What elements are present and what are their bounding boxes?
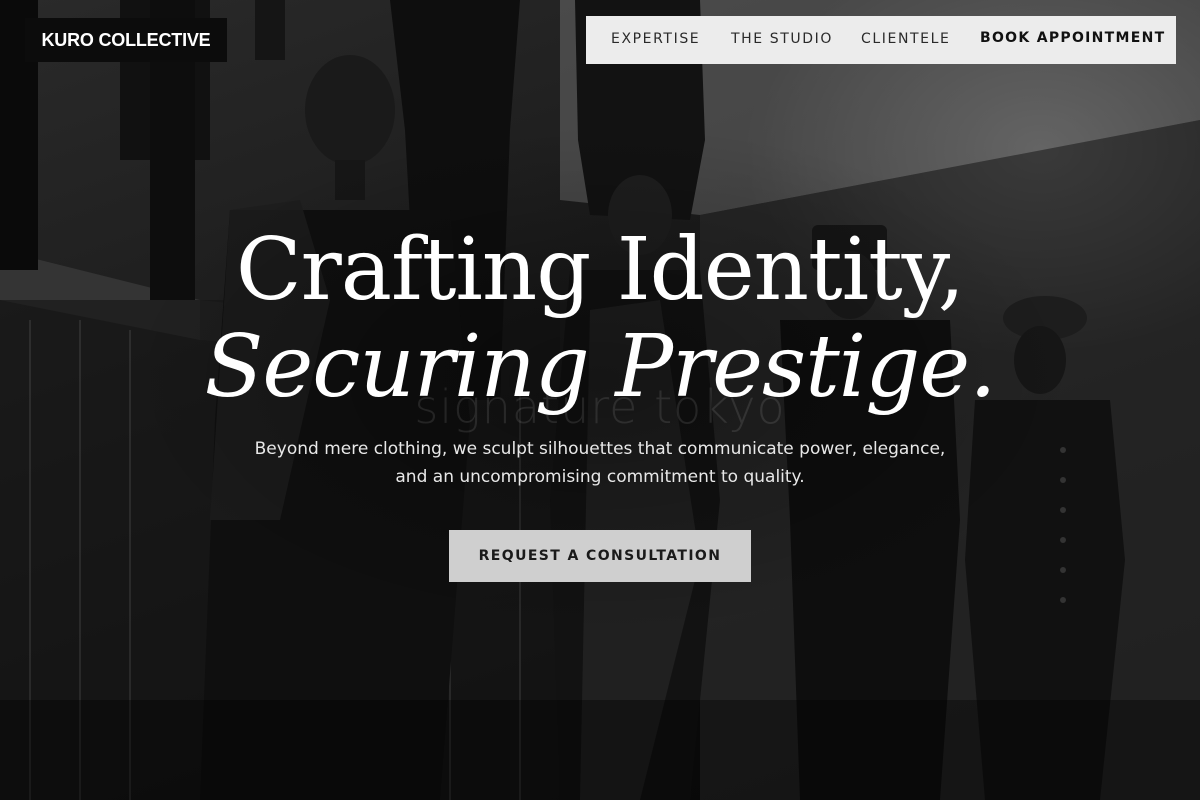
brand-logo[interactable]: KURO COLLECTIVE (25, 18, 227, 62)
request-consultation-button[interactable]: REQUEST A CONSULTATION (449, 530, 751, 582)
hero-section: KURO COLLECTIVE EXPERTISE THE STUDIO CLI… (0, 0, 1200, 800)
nav-link-the-studio[interactable]: THE STUDIO (731, 31, 833, 47)
book-appointment-link[interactable]: BOOK APPOINTMENT (980, 30, 1166, 46)
hero-subtext: Beyond mere clothing, we sculpt silhouet… (254, 439, 946, 487)
headline-line-2: Securing Prestige. (204, 317, 996, 417)
main-nav: EXPERTISE THE STUDIO CLIENTELE BOOK APPO… (586, 16, 1176, 64)
hero-headline: Crafting Identity, Securing Prestige. (0, 220, 1200, 414)
nav-link-expertise[interactable]: EXPERTISE (611, 31, 700, 47)
nav-link-clientele[interactable]: CLIENTELE (861, 31, 950, 47)
headline-line-1: Crafting Identity, (235, 220, 965, 320)
